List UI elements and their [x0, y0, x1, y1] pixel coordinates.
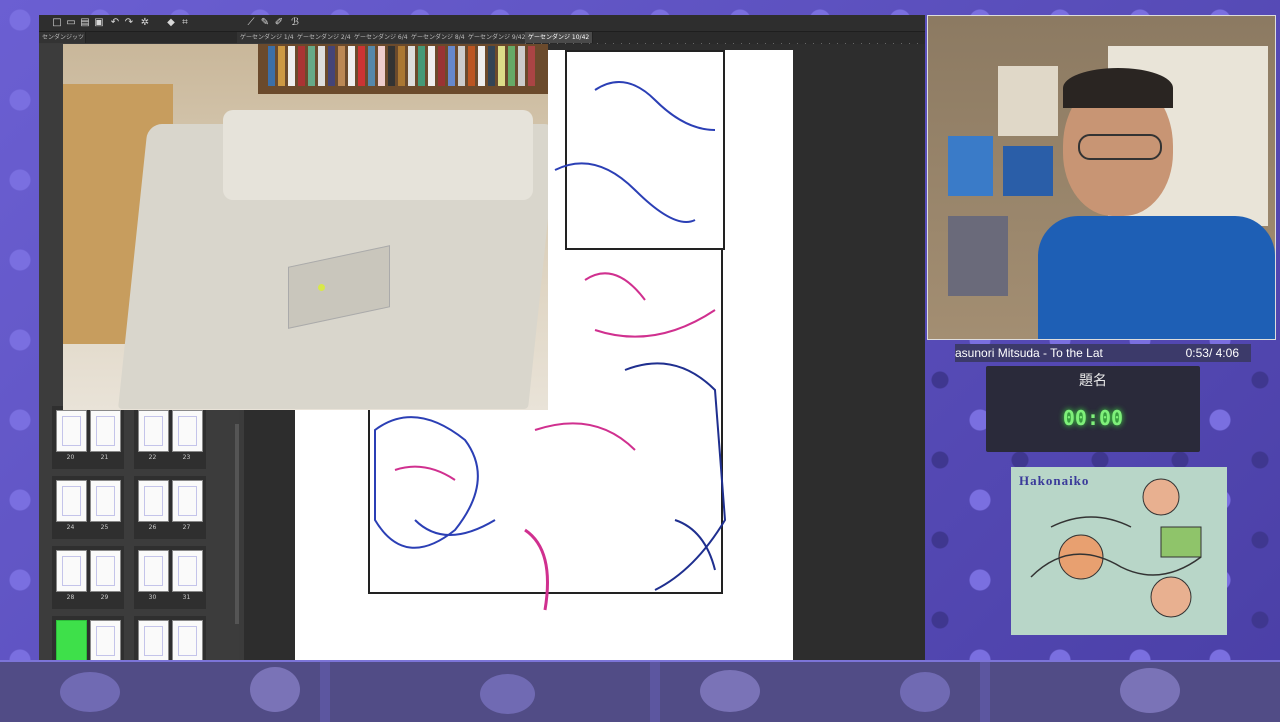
- page-number: 25: [100, 524, 109, 531]
- tab-page-manager[interactable]: センダンジッツ: [39, 32, 86, 43]
- tab-page-2[interactable]: ゲーセンダンジ 2/42: [294, 32, 359, 43]
- poster: [1003, 146, 1053, 196]
- bookshelf: [258, 44, 548, 94]
- page-thumbnail-selected[interactable]: [56, 620, 87, 662]
- brush-icon[interactable]: ℬ: [289, 17, 301, 29]
- page-thumbnail[interactable]: [172, 410, 203, 452]
- page-thumbnail[interactable]: [90, 550, 121, 592]
- page-thumbnail[interactable]: [138, 620, 169, 662]
- page-thumbnail[interactable]: [172, 620, 203, 662]
- fill-icon[interactable]: ◆: [165, 17, 177, 29]
- page-thumbnail[interactable]: [56, 550, 87, 592]
- redo-icon[interactable]: ↷: [123, 17, 135, 29]
- page-thumbnail[interactable]: [172, 550, 203, 592]
- tab-page-10[interactable]: ゲーセンダンジ 10/42: [525, 32, 594, 43]
- page-number: 31: [182, 594, 191, 601]
- page-thumbnail[interactable]: [56, 410, 87, 452]
- streamer-webcam: [927, 15, 1276, 340]
- glasses: [1078, 134, 1162, 160]
- page-thumbnail[interactable]: [90, 620, 121, 662]
- poster: [948, 136, 993, 196]
- page-thumbnail[interactable]: [138, 410, 169, 452]
- print-icon[interactable]: ▣: [93, 17, 105, 29]
- page-number: 26: [148, 524, 157, 531]
- pencil-icon[interactable]: ✐: [273, 17, 285, 29]
- page-number: 30: [148, 594, 157, 601]
- now-playing-bar: asunori Mitsuda - To the Lat 0:53/ 4:06: [955, 344, 1251, 362]
- spread-26-27[interactable]: 26 27: [134, 476, 206, 539]
- featured-artwork: Hakonaiko: [1011, 467, 1227, 635]
- page-thumbnail[interactable]: [138, 550, 169, 592]
- toolbar: □ ▭ ▤ ▣ ↶ ↷ ✲ ◆ ⌗ ⟋ ✎ ✐ ℬ: [39, 15, 925, 32]
- tab-page-9[interactable]: ゲーセンダンジ 9/42: [465, 32, 530, 43]
- streamer-hair: [1063, 68, 1173, 108]
- page-thumbnail[interactable]: [172, 480, 203, 522]
- spread-24-25[interactable]: 24 25: [52, 476, 124, 539]
- page-thumbnail[interactable]: [138, 480, 169, 522]
- pen-icon[interactable]: ✎: [259, 17, 271, 29]
- page-thumbnail[interactable]: [56, 480, 87, 522]
- page-number: 21: [100, 454, 109, 461]
- undo-icon[interactable]: ↶: [109, 17, 121, 29]
- page-number: 27: [182, 524, 191, 531]
- stream-timer: 題名 00:00: [986, 366, 1200, 452]
- spread-22-23[interactable]: 22 23: [134, 406, 206, 469]
- crop-icon[interactable]: ⌗: [179, 17, 191, 29]
- tab-page-6[interactable]: ゲーセンダンジ 6/42: [351, 32, 416, 43]
- spread-32-33[interactable]: [52, 616, 124, 662]
- bottom-decoration: [0, 660, 1280, 722]
- artwork-sketch: [1030, 478, 1202, 618]
- printer-top-tray: [223, 110, 533, 200]
- timer-value: 00:00: [1062, 406, 1124, 430]
- page-thumbnail[interactable]: [90, 480, 121, 522]
- printer-webcam-feed: [63, 44, 548, 410]
- poster: [948, 216, 1008, 296]
- save-icon[interactable]: ▤: [79, 17, 91, 29]
- page-number: 23: [182, 454, 191, 461]
- page-number: 24: [66, 524, 75, 531]
- spread-34-35[interactable]: [134, 616, 206, 662]
- page-thumbnail[interactable]: [90, 410, 121, 452]
- spread-20-21[interactable]: 20 21: [52, 406, 124, 469]
- tab-page-8[interactable]: ゲーセンダンジ 8/42: [408, 32, 473, 43]
- streamer-shirt: [1038, 216, 1275, 339]
- now-playing-title: asunori Mitsuda - To the Lat: [955, 346, 1103, 360]
- page-number: 28: [66, 594, 75, 601]
- page-panel-scrollbar[interactable]: [235, 424, 239, 624]
- poster: [998, 66, 1058, 136]
- settings-icon[interactable]: ✲: [139, 17, 151, 29]
- page-number: 20: [66, 454, 75, 461]
- spread-30-31[interactable]: 30 31: [134, 546, 206, 609]
- tab-page-1[interactable]: ゲーセンダンジ 1/42: [237, 32, 302, 43]
- page-number: 29: [100, 594, 109, 601]
- page-number: 22: [148, 454, 157, 461]
- open-file-icon[interactable]: ▭: [65, 17, 77, 29]
- now-playing-time: 0:53/ 4:06: [1185, 346, 1239, 360]
- ruler-icon[interactable]: ⟋: [245, 17, 257, 29]
- timer-label: 題名: [1079, 373, 1107, 389]
- printer-status-led: [318, 284, 325, 291]
- new-file-icon[interactable]: □: [51, 17, 63, 29]
- spread-28-29[interactable]: 28 29: [52, 546, 124, 609]
- document-tabs: センダンジッツ ゲーセンダンジ 1/42 ゲーセンダンジ 2/42 ゲーセンダン…: [39, 32, 925, 43]
